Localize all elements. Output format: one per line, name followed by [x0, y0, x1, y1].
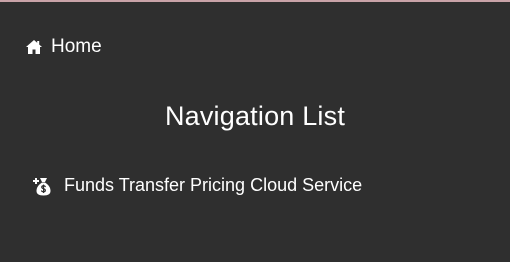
nav-item-funds-transfer-pricing[interactable]: Funds Transfer Pricing Cloud Service	[32, 175, 362, 196]
home-icon	[26, 40, 42, 54]
money-bag-icon	[32, 176, 52, 196]
navigation-list-heading: Navigation List	[164, 101, 346, 131]
nav-item-label: Funds Transfer Pricing Cloud Service	[64, 175, 363, 195]
navigation-panel: Home Navigation List Funds Transfer Pric…	[0, 0, 510, 262]
home-label: Home	[51, 36, 102, 57]
home-link[interactable]: Home	[26, 36, 102, 58]
